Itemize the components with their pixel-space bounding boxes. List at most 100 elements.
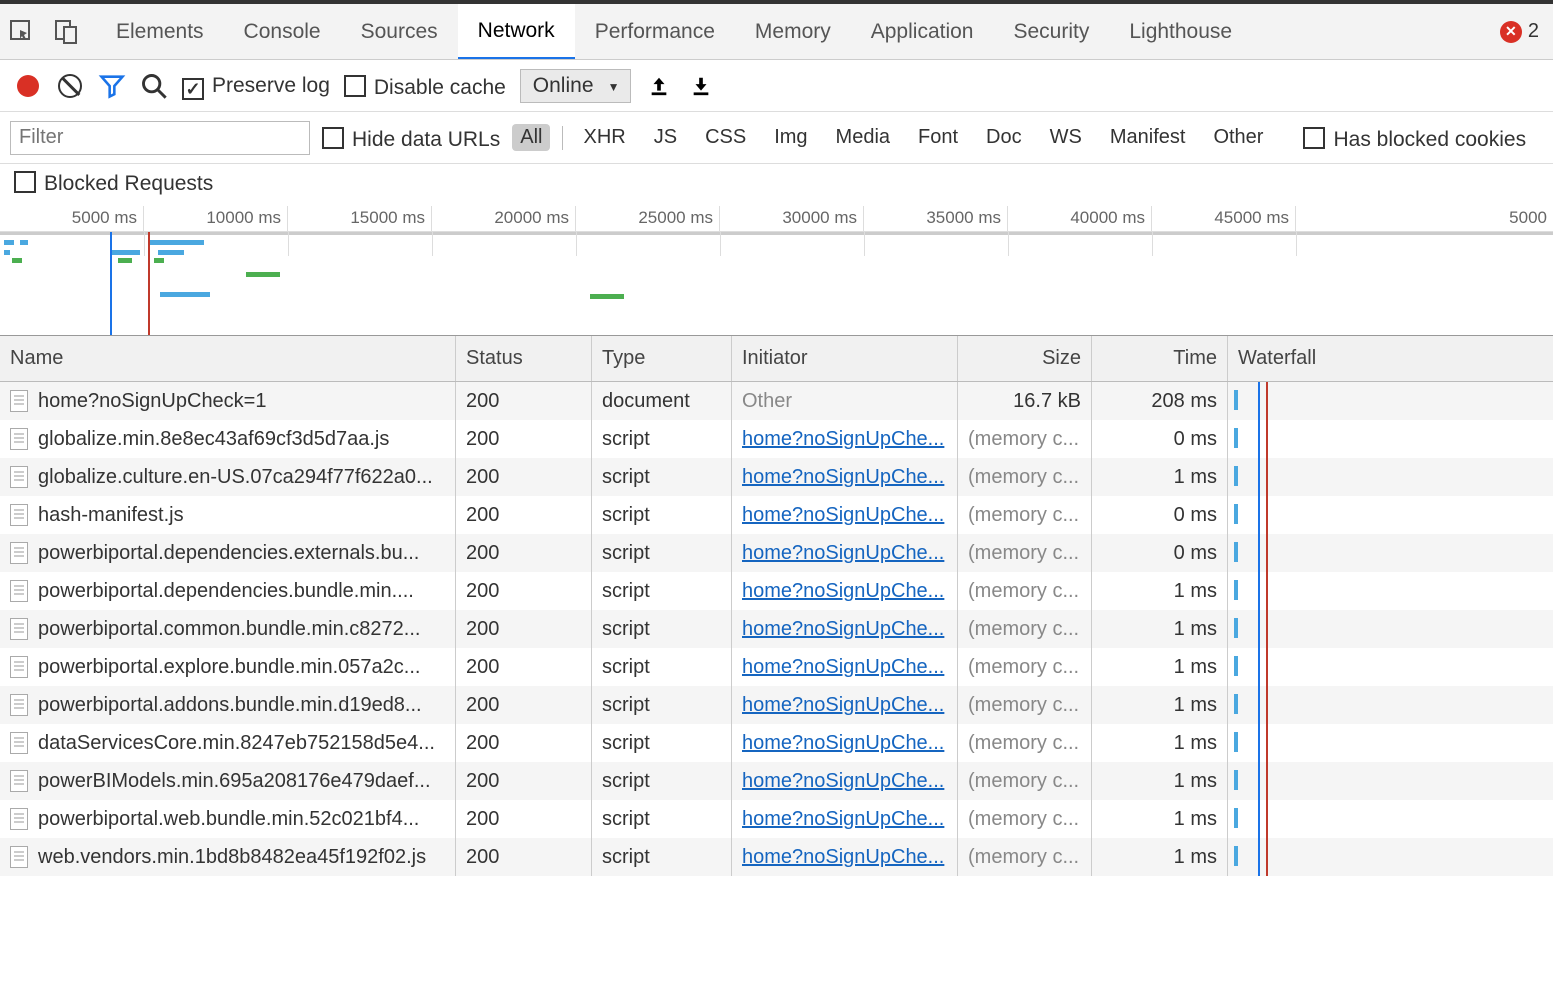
col-name[interactable]: Name: [0, 336, 456, 381]
file-icon: [10, 580, 28, 602]
filter-type-js[interactable]: JS: [646, 124, 685, 151]
cell-name: powerbiportal.addons.bundle.min.d19ed8..…: [0, 686, 456, 724]
waterfall-bar: [1234, 390, 1238, 410]
table-row[interactable]: dataServicesCore.min.8247eb752158d5e4...…: [0, 724, 1553, 762]
initiator-link[interactable]: home?noSignUpChe...: [742, 618, 944, 641]
cell-status: 200: [456, 724, 592, 762]
col-time[interactable]: Time: [1092, 336, 1228, 381]
table-row[interactable]: powerbiportal.common.bundle.min.c8272...…: [0, 610, 1553, 648]
throttling-select[interactable]: Online: [520, 69, 631, 103]
table-row[interactable]: powerbiportal.dependencies.externals.bu.…: [0, 534, 1553, 572]
disable-cache-checkbox[interactable]: Disable cache: [344, 72, 506, 100]
tick: 10000 ms: [144, 206, 288, 231]
tab-sources[interactable]: Sources: [341, 4, 458, 59]
initiator-link[interactable]: home?noSignUpChe...: [742, 808, 944, 831]
filter-type-all[interactable]: All: [512, 124, 550, 151]
filter-type-xhr[interactable]: XHR: [575, 124, 633, 151]
filter-type-doc[interactable]: Doc: [978, 124, 1030, 151]
initiator-link[interactable]: home?noSignUpChe...: [742, 466, 944, 489]
blocked-requests-checkbox[interactable]: Blocked Requests: [14, 168, 213, 196]
error-count-badge[interactable]: ✕ 2: [1500, 20, 1539, 43]
preserve-log-checkbox[interactable]: Preserve log: [182, 74, 330, 98]
filter-type-font[interactable]: Font: [910, 124, 966, 151]
tick: 5000 ms: [0, 206, 144, 231]
tick: 30000 ms: [720, 206, 864, 231]
initiator-link[interactable]: home?noSignUpChe...: [742, 770, 944, 793]
tab-console[interactable]: Console: [224, 4, 341, 59]
cell-size: (memory c...: [958, 686, 1092, 724]
device-toggle-icon[interactable]: [44, 10, 88, 54]
cell-waterfall: [1228, 724, 1553, 762]
waterfall-bar: [1234, 846, 1238, 866]
initiator-link[interactable]: home?noSignUpChe...: [742, 656, 944, 679]
tab-performance[interactable]: Performance: [575, 4, 735, 59]
initiator-link[interactable]: home?noSignUpChe...: [742, 846, 944, 869]
filter-input[interactable]: [10, 121, 310, 155]
cell-name: globalize.min.8e8ec43af69cf3d5d7aa.js: [0, 420, 456, 458]
timeline-overview[interactable]: 5000 ms 10000 ms 15000 ms 20000 ms 25000…: [0, 206, 1553, 336]
filter-type-other[interactable]: Other: [1205, 124, 1271, 151]
table-row[interactable]: globalize.min.8e8ec43af69cf3d5d7aa.js200…: [0, 420, 1553, 458]
record-button[interactable]: [14, 72, 42, 100]
initiator-link[interactable]: home?noSignUpChe...: [742, 504, 944, 527]
cell-time: 1 ms: [1092, 800, 1228, 838]
download-har-icon[interactable]: [687, 72, 715, 100]
has-blocked-cookies-checkbox[interactable]: Has blocked cookies: [1303, 124, 1526, 152]
table-row[interactable]: powerBIModels.min.695a208176e479daef...2…: [0, 762, 1553, 800]
table-row[interactable]: powerbiportal.addons.bundle.min.d19ed8..…: [0, 686, 1553, 724]
filter-toggle-icon[interactable]: [98, 72, 126, 100]
initiator-link[interactable]: home?noSignUpChe...: [742, 694, 944, 717]
filter-type-manifest[interactable]: Manifest: [1102, 124, 1194, 151]
cell-type: script: [592, 610, 732, 648]
cell-name: globalize.culture.en-US.07ca294f77f622a0…: [0, 458, 456, 496]
tab-elements[interactable]: Elements: [96, 4, 224, 59]
cell-size: (memory c...: [958, 496, 1092, 534]
initiator-link[interactable]: home?noSignUpChe...: [742, 428, 944, 451]
search-icon[interactable]: [140, 72, 168, 100]
cell-initiator: home?noSignUpChe...: [732, 648, 958, 686]
table-row[interactable]: hash-manifest.js200scripthome?noSignUpCh…: [0, 496, 1553, 534]
file-icon: [10, 846, 28, 868]
separator: [562, 126, 563, 150]
table-row[interactable]: home?noSignUpCheck=1200documentOther16.7…: [0, 382, 1553, 420]
waterfall-bar: [1234, 732, 1238, 752]
upload-har-icon[interactable]: [645, 72, 673, 100]
filter-type-ws[interactable]: WS: [1042, 124, 1090, 151]
cell-waterfall: [1228, 496, 1553, 534]
request-name: powerbiportal.dependencies.externals.bu.…: [38, 542, 419, 565]
cell-size: (memory c...: [958, 534, 1092, 572]
tab-lighthouse[interactable]: Lighthouse: [1109, 4, 1252, 59]
file-icon: [10, 504, 28, 526]
hide-data-urls-checkbox[interactable]: Hide data URLs: [322, 124, 500, 152]
table-row[interactable]: web.vendors.min.1bd8b8482ea45f192f02.js2…: [0, 838, 1553, 876]
error-icon: ✕: [1500, 21, 1522, 43]
tab-memory[interactable]: Memory: [735, 4, 851, 59]
table-row[interactable]: powerbiportal.explore.bundle.min.057a2c.…: [0, 648, 1553, 686]
cell-type: script: [592, 686, 732, 724]
cell-initiator: home?noSignUpChe...: [732, 838, 958, 876]
initiator-link[interactable]: home?noSignUpChe...: [742, 580, 944, 603]
table-row[interactable]: globalize.culture.en-US.07ca294f77f622a0…: [0, 458, 1553, 496]
domcontent-line: [110, 232, 112, 336]
filter-type-media[interactable]: Media: [828, 124, 898, 151]
clear-button[interactable]: [56, 72, 84, 100]
cell-initiator: home?noSignUpChe...: [732, 762, 958, 800]
tab-security[interactable]: Security: [993, 4, 1109, 59]
col-waterfall[interactable]: Waterfall: [1228, 336, 1553, 381]
cell-name: powerbiportal.web.bundle.min.52c021bf4..…: [0, 800, 456, 838]
col-status[interactable]: Status: [456, 336, 592, 381]
col-type[interactable]: Type: [592, 336, 732, 381]
table-row[interactable]: powerbiportal.dependencies.bundle.min...…: [0, 572, 1553, 610]
file-icon: [10, 656, 28, 678]
cell-size: (memory c...: [958, 648, 1092, 686]
table-row[interactable]: powerbiportal.web.bundle.min.52c021bf4..…: [0, 800, 1553, 838]
initiator-link[interactable]: home?noSignUpChe...: [742, 732, 944, 755]
initiator-link[interactable]: home?noSignUpChe...: [742, 542, 944, 565]
col-initiator[interactable]: Initiator: [732, 336, 958, 381]
col-size[interactable]: Size: [958, 336, 1092, 381]
tab-application[interactable]: Application: [851, 4, 994, 59]
inspect-element-icon[interactable]: [0, 10, 44, 54]
filter-type-css[interactable]: CSS: [697, 124, 754, 151]
filter-type-img[interactable]: Img: [766, 124, 815, 151]
tab-network[interactable]: Network: [458, 4, 575, 59]
